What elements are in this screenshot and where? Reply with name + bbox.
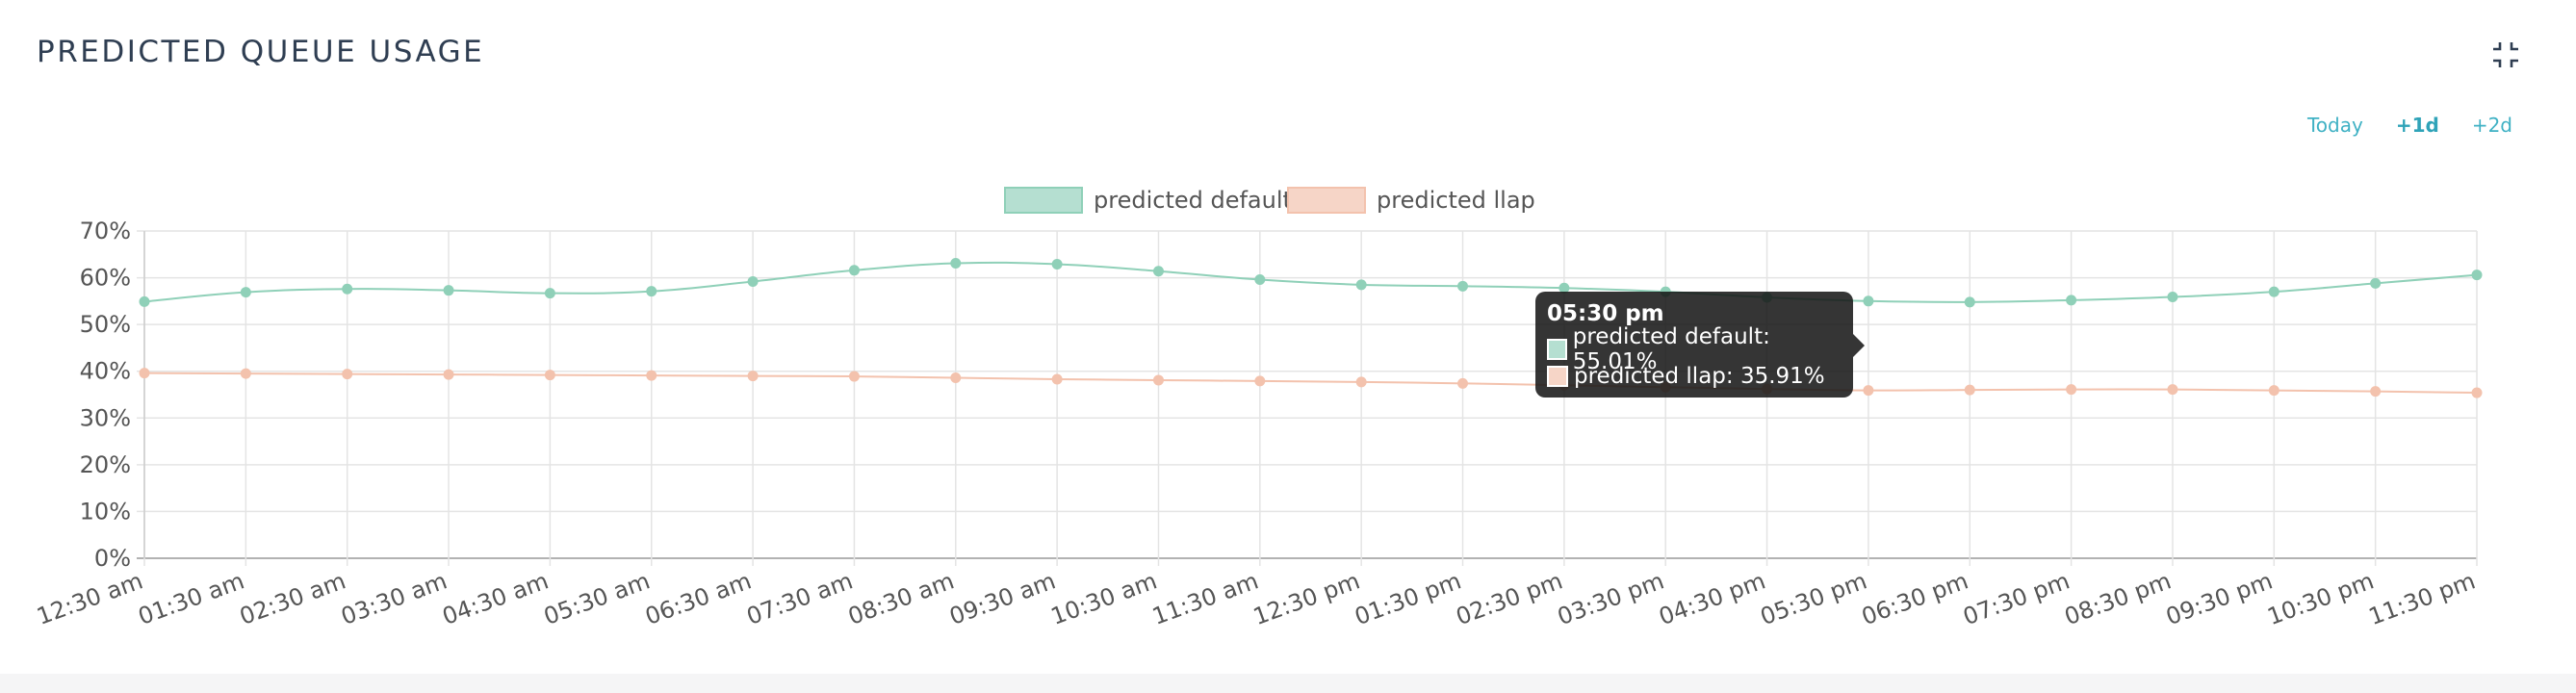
tooltip-title: 05:30 pm [1547, 301, 1664, 326]
data-point-default [240, 287, 251, 298]
data-point-default [1051, 258, 1063, 270]
chart-legend: predicted default predicted llap [1004, 187, 1535, 214]
panel-card: PREDICTED QUEUE USAGE Today +1d +2d 0% 10… [0, 0, 2576, 674]
tooltip-text-llap: predicted llap: 35.91% [1574, 364, 1825, 389]
data-point-llap [1457, 377, 1469, 389]
tooltip-row-llap: predicted llap: 35.91% [1547, 363, 1842, 390]
x-tick-label: 06:30 am [642, 567, 756, 630]
data-point-llap [443, 369, 454, 380]
data-point-llap [1051, 373, 1063, 385]
y-tick-label: 70% [80, 218, 131, 244]
y-tick-label: 10% [80, 498, 131, 525]
y-tick-label: 30% [80, 404, 131, 431]
data-point-llap [1152, 374, 1164, 386]
data-point-default [1254, 274, 1266, 286]
data-point-llap [2471, 387, 2483, 398]
x-tick-label: 03:30 pm [1554, 567, 1667, 630]
data-point-llap [544, 370, 555, 381]
data-point-default [1152, 266, 1164, 277]
data-point-default [2167, 291, 2178, 302]
data-point-default [1964, 296, 1975, 308]
x-tick-label: 05:30 pm [1757, 567, 1870, 630]
y-tick-label: 40% [80, 358, 131, 385]
x-tick-label: 11:30 pm [2365, 567, 2479, 630]
data-point-default [848, 265, 860, 276]
x-tick-label: 10:30 pm [2264, 567, 2378, 630]
legend-label-llap: predicted llap [1377, 187, 1535, 214]
data-point-llap [1355, 376, 1367, 388]
data-point-default [544, 288, 555, 299]
x-tick-label: 02:30 pm [1453, 567, 1566, 630]
queue-usage-chart: 0%10%20%30%40%50%60%70%12:30 am01:30 am0… [34, 187, 2483, 630]
chart-tooltip: 05:30 pm predicted default: 55.01% predi… [1535, 292, 1865, 398]
data-point-llap [342, 369, 353, 380]
data-point-default [2370, 277, 2382, 289]
x-tick-label: 12:30 pm [1249, 567, 1363, 630]
y-tick-label: 0% [94, 545, 131, 572]
data-point-llap [848, 371, 860, 382]
data-point-llap [1863, 385, 1874, 397]
data-point-default [646, 286, 657, 297]
x-tick-label: 05:30 am [540, 567, 654, 630]
x-tick-label: 01:30 am [135, 567, 248, 630]
data-point-llap [950, 372, 962, 384]
x-tick-label: 08:30 pm [2061, 567, 2175, 630]
data-point-default [139, 295, 150, 307]
x-tick-label: 09:30 pm [2162, 567, 2276, 630]
data-point-default [1457, 280, 1469, 292]
x-tick-label: 04:30 pm [1656, 567, 1769, 630]
data-point-llap [646, 370, 657, 381]
data-point-llap [2268, 385, 2280, 397]
data-point-default [2268, 286, 2280, 297]
x-tick-label: 06:30 pm [1858, 567, 1971, 630]
legend-swatch-llap [1287, 187, 1366, 214]
data-point-default [1355, 279, 1367, 291]
tooltip-row-default: predicted default: 55.01% [1547, 324, 1842, 374]
data-point-llap [2370, 386, 2382, 398]
tooltip-swatch-default [1547, 339, 1567, 360]
x-tick-label: 03:30 am [338, 567, 451, 630]
data-point-default [2471, 270, 2483, 281]
x-tick-label: 10:30 am [1047, 567, 1161, 630]
data-point-llap [1254, 375, 1266, 387]
data-point-llap [2167, 384, 2178, 396]
chart-series [139, 258, 2483, 398]
y-tick-label: 50% [80, 311, 131, 338]
data-point-default [747, 275, 759, 287]
y-tick-label: 20% [80, 451, 131, 478]
data-point-llap [1964, 384, 1975, 396]
x-tick-label: 09:30 am [946, 567, 1060, 630]
x-tick-label: 08:30 am [844, 567, 958, 630]
x-tick-label: 01:30 pm [1352, 567, 1465, 630]
data-point-llap [2066, 384, 2077, 396]
tooltip-swatch-llap [1547, 366, 1568, 387]
data-point-default [443, 285, 454, 296]
x-tick-label: 11:30 am [1148, 567, 1262, 630]
y-tick-label: 60% [80, 265, 131, 292]
x-tick-label: 04:30 am [439, 567, 553, 630]
data-point-default [950, 258, 962, 270]
chart-grid [137, 230, 2478, 566]
x-tick-label: 02:30 am [236, 567, 349, 630]
x-tick-label: 07:30 am [743, 567, 857, 630]
series-line-default [143, 261, 2478, 303]
data-point-default [1863, 295, 1874, 307]
x-tick-label: 12:30 am [34, 567, 147, 630]
data-point-llap [139, 368, 150, 379]
legend-label-default: predicted default [1094, 187, 1292, 214]
data-point-llap [747, 371, 759, 382]
series-line-llap [143, 372, 2478, 395]
legend-swatch-default [1004, 187, 1083, 214]
x-tick-label: 07:30 pm [1960, 567, 2074, 630]
data-point-llap [240, 368, 251, 379]
data-point-default [2066, 295, 2077, 306]
data-point-default [342, 283, 353, 295]
